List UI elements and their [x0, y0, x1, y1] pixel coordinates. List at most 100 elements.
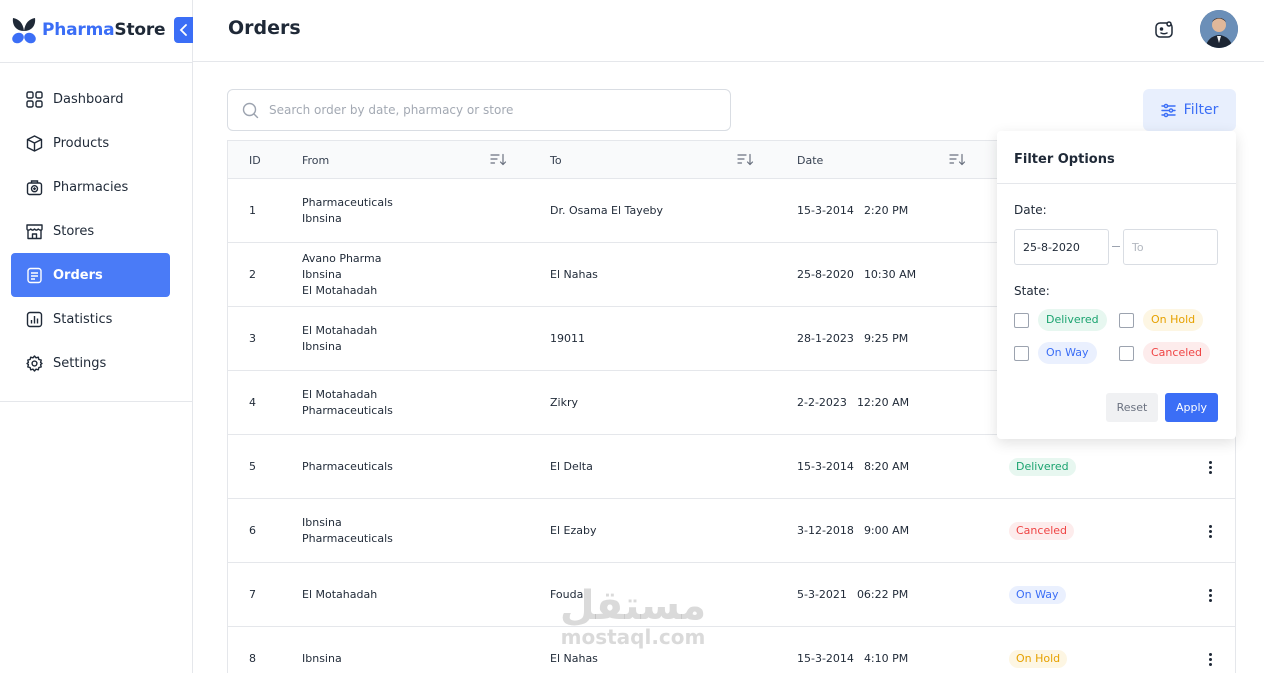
sidebar-item-pharmacies[interactable]: Pharmacies	[11, 165, 170, 209]
order-from: El Motahadah Ibnsina	[302, 324, 378, 353]
row-menu-button[interactable]	[1204, 499, 1216, 563]
state-option-on-way[interactable]: On Way	[1014, 342, 1097, 364]
status-badge: On Hold	[1009, 650, 1068, 668]
search-input[interactable]	[269, 103, 709, 117]
order-from: Ibnsina Pharmaceuticals	[302, 516, 393, 545]
checkbox[interactable]	[1014, 345, 1029, 361]
order-to: Zikry	[550, 396, 578, 409]
column-header-date: Date	[797, 154, 824, 167]
sidebar-item-statistics[interactable]: Statistics	[11, 297, 170, 341]
sidebar-item-label: Products	[53, 135, 110, 151]
status-badge: Delivered	[1038, 309, 1107, 331]
order-id: 2	[249, 268, 256, 281]
order-from: Avano Pharma Ibnsina El Motahadah	[302, 252, 382, 297]
table-row[interactable]: 6 Ibnsina Pharmaceuticals El Ezaby 3-12-2…	[228, 499, 1235, 563]
more-vertical-icon	[1208, 460, 1212, 474]
reset-button[interactable]: Reset	[1106, 393, 1158, 422]
popup-title: Filter Options	[1014, 152, 1115, 167]
order-to: El Delta	[550, 460, 593, 473]
leaf-logo-icon	[12, 18, 36, 44]
status-badge: On Way	[1009, 586, 1066, 604]
search-box[interactable]	[227, 89, 731, 131]
topbar: Orders	[193, 0, 1264, 62]
date-from-input[interactable]: 25-8-2020	[1014, 229, 1109, 265]
row-menu-button[interactable]	[1204, 627, 1216, 673]
checkbox[interactable]	[1119, 345, 1134, 361]
order-to: El Ezaby	[550, 524, 597, 537]
table-row[interactable]: 8 Ibnsina El Nahas 15-3-2014 4:10 PM On H…	[228, 627, 1235, 673]
more-vertical-icon	[1208, 588, 1212, 602]
sidebar-item-settings[interactable]: Settings	[11, 341, 170, 385]
divider	[0, 62, 193, 63]
row-menu-button[interactable]	[1204, 563, 1216, 627]
sidebar-nav: Dashboard Products Pharmacies Stores Ord…	[11, 77, 170, 385]
order-id: 3	[249, 332, 256, 345]
order-id: 4	[249, 396, 256, 409]
sort-icon[interactable]	[490, 153, 508, 166]
state-option-on-hold[interactable]: On Hold	[1119, 309, 1204, 331]
status-badge: On Way	[1038, 342, 1097, 364]
more-vertical-icon	[1208, 652, 1212, 666]
sidebar-item-products[interactable]: Products	[11, 121, 170, 165]
state-option-delivered[interactable]: Delivered	[1014, 309, 1107, 331]
chevron-left-icon	[179, 24, 187, 36]
checkbox[interactable]	[1014, 312, 1029, 328]
box-icon	[25, 134, 43, 152]
order-from: Pharmaceuticals	[302, 460, 393, 473]
sidebar-item-label: Statistics	[53, 311, 113, 327]
status-badge: Canceled	[1143, 342, 1211, 364]
order-date: 15-3-2014 2:20 PM	[797, 204, 909, 217]
sidebar-item-orders[interactable]: Orders	[11, 253, 170, 297]
order-date: 25-8-2020 10:30 AM	[797, 268, 917, 281]
sidebar-item-dashboard[interactable]: Dashboard	[11, 77, 170, 121]
order-to: El Nahas	[550, 268, 598, 281]
order-id: 6	[249, 524, 256, 537]
brand[interactable]: PharmaStore	[10, 14, 166, 46]
status-badge: Canceled	[1009, 522, 1075, 540]
orders-icon	[25, 266, 43, 284]
order-status: On Hold	[1009, 627, 1068, 673]
order-id: 7	[249, 588, 256, 601]
order-date: 3-12-2018 9:00 AM	[797, 524, 910, 537]
chatbot-icon[interactable]	[1152, 18, 1176, 42]
divider	[997, 183, 1236, 184]
sliders-icon	[1160, 103, 1176, 118]
filter-options-popup: Filter Options Date: 25-8-2020 To State:…	[997, 131, 1236, 439]
row-menu-button[interactable]	[1204, 435, 1216, 499]
checkbox[interactable]	[1119, 312, 1134, 328]
order-date: 2-2-2023 12:20 AM	[797, 396, 910, 409]
avatar[interactable]	[1200, 10, 1238, 48]
status-badge: Delivered	[1009, 458, 1076, 476]
sidebar-item-label: Orders	[53, 267, 103, 283]
grid-icon	[25, 90, 43, 108]
order-from: Ibnsina	[302, 652, 342, 665]
statistics-icon	[25, 310, 43, 328]
order-to: El Nahas	[550, 652, 598, 665]
order-to: 19011	[550, 332, 585, 345]
order-id: 8	[249, 652, 256, 665]
sidebar: PharmaStore Dashboard Products Pharmacie…	[0, 0, 193, 673]
more-vertical-icon	[1208, 524, 1212, 538]
sort-icon[interactable]	[737, 153, 755, 166]
sidebar-item-stores[interactable]: Stores	[11, 209, 170, 253]
sidebar-item-label: Dashboard	[53, 91, 124, 107]
order-from: El Motahadah Pharmaceuticals	[302, 388, 393, 417]
state-option-canceled[interactable]: Canceled	[1119, 342, 1211, 364]
date-to-input[interactable]: To	[1123, 229, 1218, 265]
sort-icon[interactable]	[949, 153, 967, 166]
table-row[interactable]: 7 El Motahadah Fouda 5-3-2021 06:22 PM On…	[228, 563, 1235, 627]
brand-name: PharmaStore	[42, 20, 166, 40]
order-date: 15-3-2014 8:20 AM	[797, 460, 910, 473]
table-row[interactable]: 5 Pharmaceuticals El Delta 15-3-2014 8:20…	[228, 435, 1235, 499]
search-icon	[242, 102, 259, 118]
store-icon	[25, 222, 43, 240]
order-status: Delivered	[1009, 435, 1076, 499]
order-status: On Way	[1009, 563, 1066, 627]
order-id: 5	[249, 460, 256, 473]
collapse-sidebar-button[interactable]	[174, 17, 193, 43]
status-badge: On Hold	[1143, 309, 1204, 331]
order-id: 1	[249, 204, 256, 217]
column-header-from: From	[302, 154, 330, 167]
filter-button[interactable]: Filter	[1143, 89, 1236, 131]
apply-button[interactable]: Apply	[1165, 393, 1218, 422]
